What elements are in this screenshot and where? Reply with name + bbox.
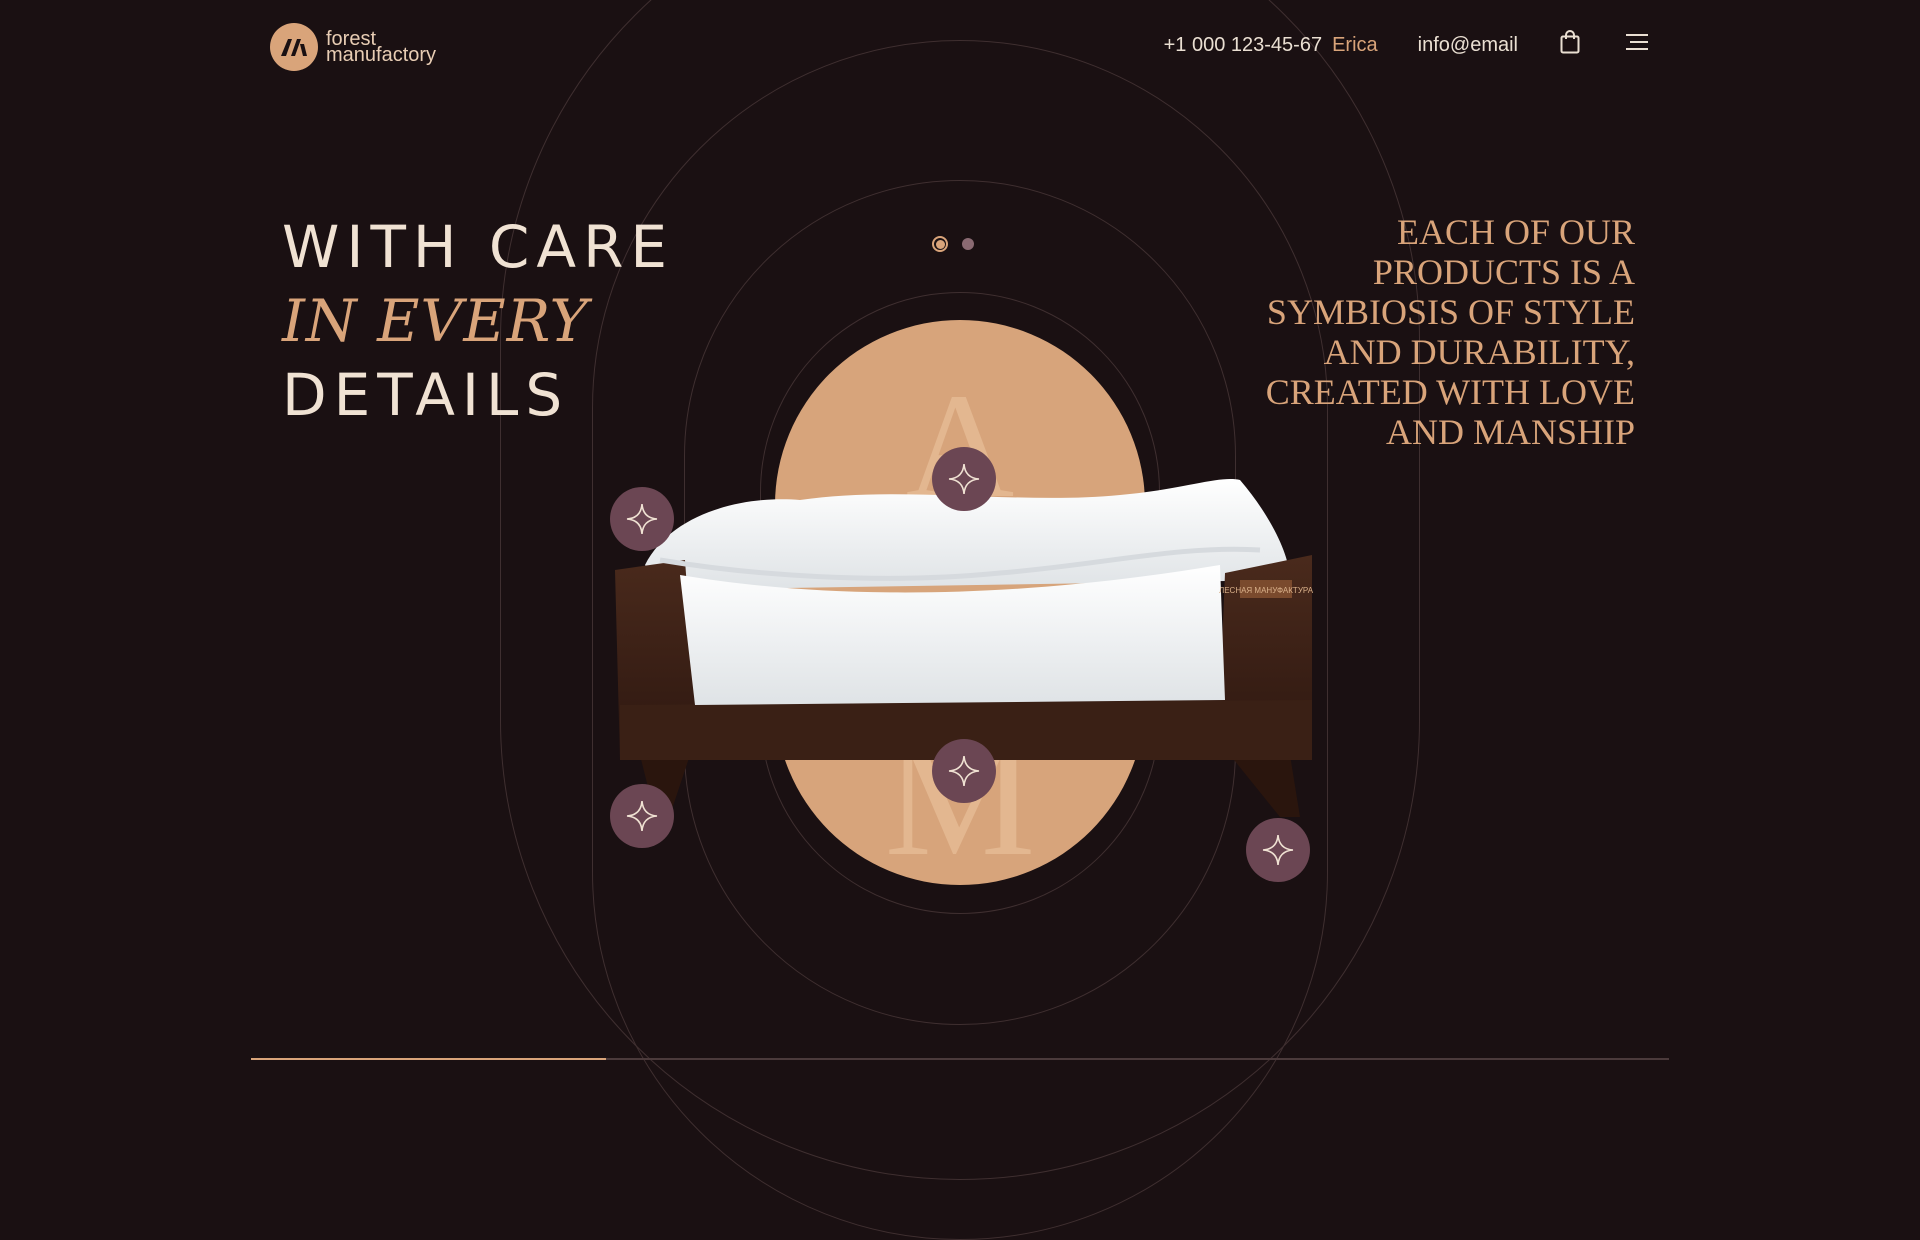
- hotspot-button-5[interactable]: [1246, 818, 1310, 882]
- email-link[interactable]: info@email: [1418, 34, 1518, 57]
- slide-progress-bar: [251, 1058, 1669, 1060]
- slide-progress-fill: [251, 1058, 606, 1060]
- logo-mark-icon: [270, 23, 318, 71]
- hotspot-button-4[interactable]: [610, 784, 674, 848]
- brand-name-line2: manufactory: [326, 44, 437, 66]
- sparkle-icon: [1262, 834, 1294, 866]
- headline-line-3: DETAILS: [282, 361, 570, 429]
- headline-line-2: IN EVERY: [282, 287, 589, 355]
- sparkle-icon: [948, 755, 980, 787]
- phone-contact-name: Erica: [1332, 33, 1378, 56]
- top-navigation: +1 000 123-45-67 Erica info@email: [1164, 30, 1650, 60]
- hero-tagline: EACH OF OUR PRODUCTS IS A SYMBIOSIS OF S…: [1265, 212, 1635, 452]
- slider-pagination: [932, 236, 974, 252]
- slider-dot-1[interactable]: [932, 236, 948, 252]
- brand-name: forest manufactory: [326, 29, 437, 66]
- headline-line-1: WITH CARE: [282, 213, 675, 281]
- sparkle-icon: [948, 463, 980, 495]
- shopping-bag-icon[interactable]: [1560, 30, 1580, 60]
- menu-icon[interactable]: [1624, 32, 1650, 58]
- phone-number-link[interactable]: +1 000 123-45-67: [1164, 34, 1322, 57]
- hero-headline: WITH CARE IN EVERY DETAILS: [282, 210, 674, 432]
- brand-logo[interactable]: forest manufactory: [270, 23, 436, 71]
- bed-brand-label: ЛЕСНАЯ МАНУФАКТУРА: [1219, 586, 1314, 595]
- hotspot-button-1[interactable]: [610, 487, 674, 551]
- hotspot-button-3[interactable]: [932, 739, 996, 803]
- sparkle-icon: [626, 503, 658, 535]
- sparkle-icon: [626, 800, 658, 832]
- hotspot-button-2[interactable]: [932, 447, 996, 511]
- slider-dot-2[interactable]: [962, 238, 974, 250]
